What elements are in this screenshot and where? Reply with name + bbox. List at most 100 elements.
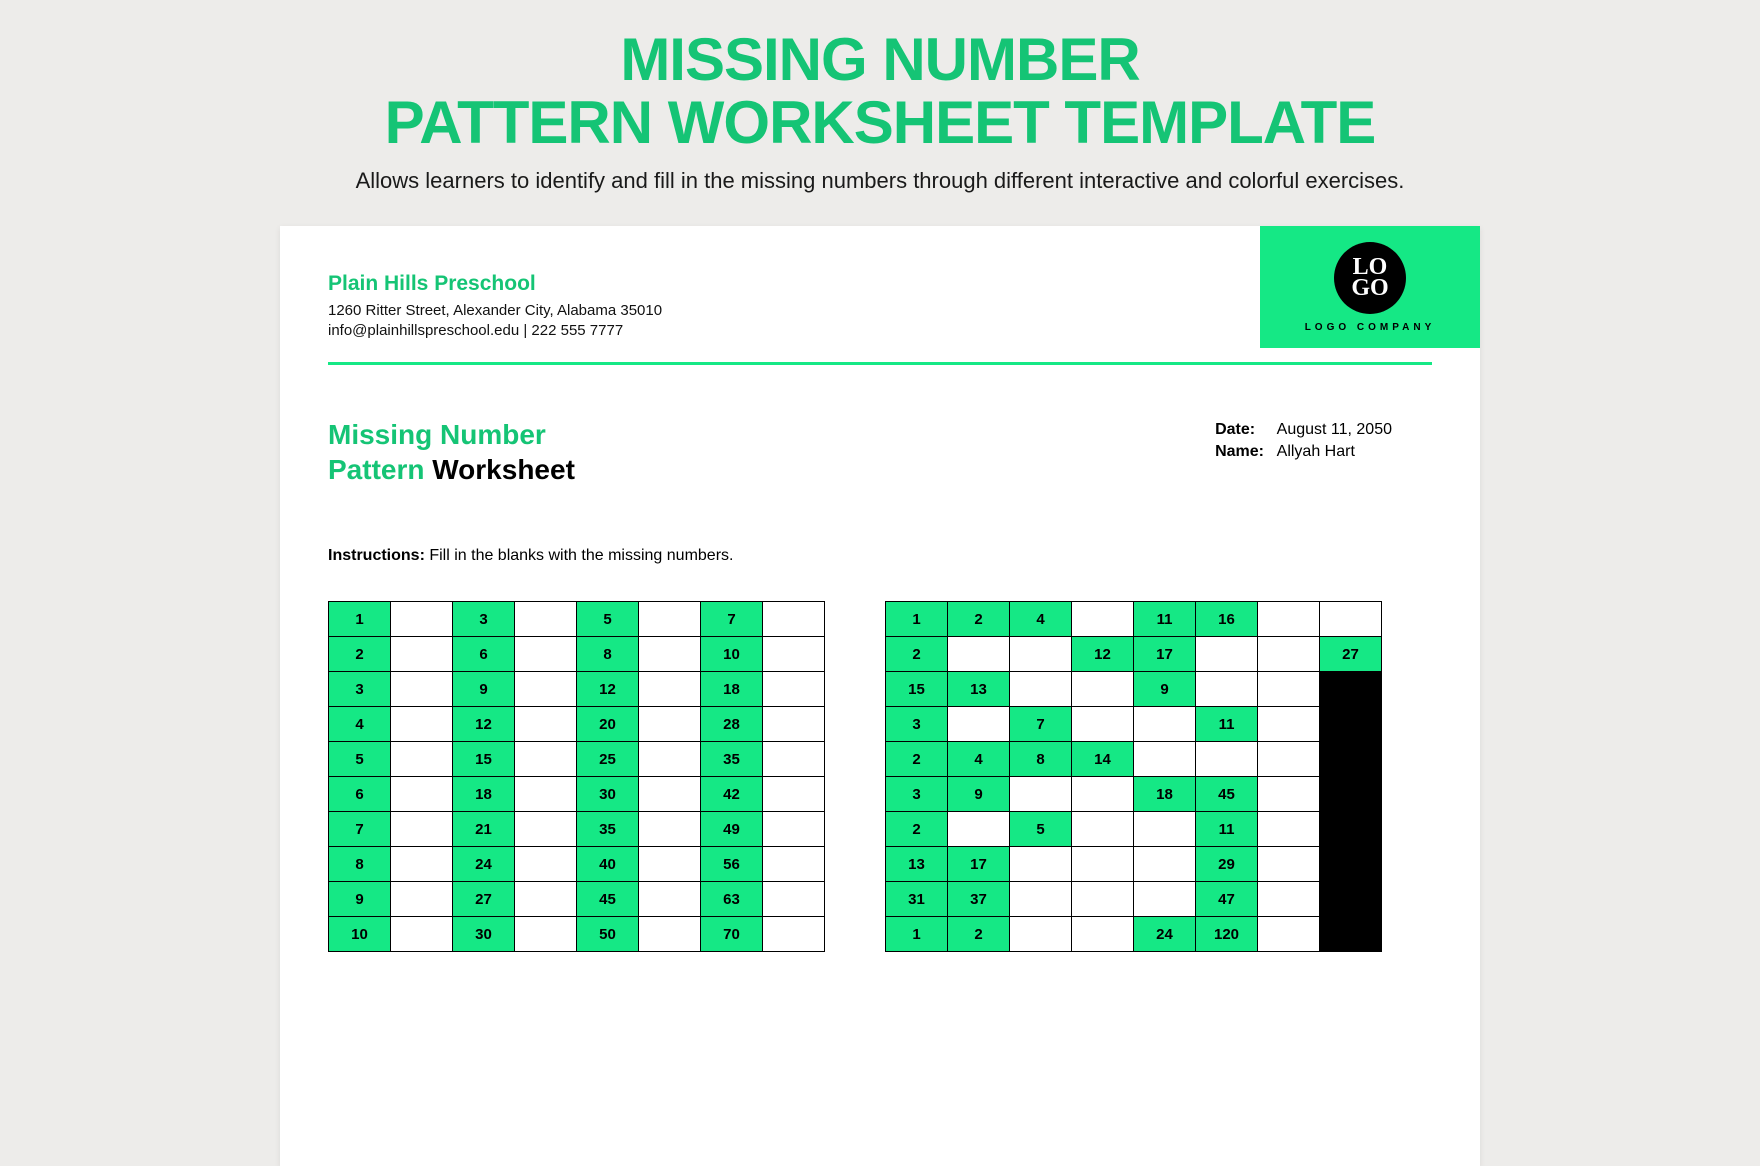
grid-left-cell[interactable] — [763, 637, 825, 672]
grid-left-cell[interactable] — [639, 812, 701, 847]
date-value: August 11, 2050 — [1277, 421, 1392, 438]
grid-right-cell[interactable] — [1258, 777, 1320, 812]
grid-left-cell[interactable] — [515, 847, 577, 882]
grid-left-cell[interactable] — [391, 637, 453, 672]
grid-left-cell[interactable] — [515, 672, 577, 707]
grid-right-cell[interactable] — [1010, 637, 1072, 672]
grid-right-cell[interactable] — [948, 707, 1010, 742]
grid-right-cell: 31 — [886, 882, 948, 917]
grid-right-cell[interactable] — [948, 812, 1010, 847]
meta-name: Name: Allyah Hart — [1215, 443, 1392, 461]
grid-left-cell[interactable] — [391, 917, 453, 952]
grid-left-cell[interactable] — [763, 847, 825, 882]
grid-left-cell[interactable] — [391, 847, 453, 882]
grid-left-cell[interactable] — [639, 847, 701, 882]
grid-left-cell[interactable] — [639, 602, 701, 637]
grid-right-cell: 1 — [886, 602, 948, 637]
grid-left-cell[interactable] — [515, 742, 577, 777]
grid-left-cell[interactable] — [763, 742, 825, 777]
grid-right-cell[interactable] — [1072, 812, 1134, 847]
grid-right-cell[interactable] — [1134, 882, 1196, 917]
grid-right-row: 2511 — [886, 812, 1382, 847]
grid-left-cell[interactable] — [391, 882, 453, 917]
grid-left-cell[interactable] — [763, 917, 825, 952]
grid-right-cell — [1320, 812, 1382, 847]
grid-left-cell[interactable] — [763, 672, 825, 707]
grid-left-cell[interactable] — [763, 812, 825, 847]
grid-left-cell: 42 — [701, 777, 763, 812]
grid-left-cell: 27 — [453, 882, 515, 917]
grid-right-cell: 11 — [1134, 602, 1196, 637]
grid-right-cell: 15 — [886, 672, 948, 707]
grid-left-cell[interactable] — [515, 917, 577, 952]
grid-right-cell: 18 — [1134, 777, 1196, 812]
grid-right-cell[interactable] — [1258, 742, 1320, 777]
grid-right-cell[interactable] — [1134, 742, 1196, 777]
grid-left-cell[interactable] — [515, 637, 577, 672]
grid-right-cell: 45 — [1196, 777, 1258, 812]
grid-left-cell[interactable] — [763, 777, 825, 812]
grid-right-cell[interactable] — [1258, 672, 1320, 707]
grid-right-cell[interactable] — [1196, 742, 1258, 777]
grid-right-cell[interactable] — [1010, 917, 1072, 952]
grid-right-cell[interactable] — [1072, 847, 1134, 882]
grid-left-cell[interactable] — [763, 602, 825, 637]
grid-left-cell[interactable] — [391, 812, 453, 847]
grid-left-row: 4122028 — [329, 707, 825, 742]
grid-left-cell[interactable] — [515, 812, 577, 847]
grid-right-cell[interactable] — [1010, 777, 1072, 812]
grid-right-cell[interactable] — [1072, 602, 1134, 637]
org-name: Plain Hills Preschool — [328, 272, 662, 296]
grid-left-cell[interactable] — [515, 602, 577, 637]
grid-left-cell[interactable] — [763, 882, 825, 917]
grid-left-cell[interactable] — [515, 777, 577, 812]
grid-right-cell[interactable] — [1320, 602, 1382, 637]
grid-right-cell[interactable] — [1072, 707, 1134, 742]
grid-left-cell[interactable] — [639, 707, 701, 742]
grid-left-cell[interactable] — [639, 637, 701, 672]
grid-right-cell[interactable] — [1072, 917, 1134, 952]
grid-left-cell[interactable] — [391, 777, 453, 812]
grid-left-cell[interactable] — [391, 707, 453, 742]
grid-right-cell[interactable] — [1134, 707, 1196, 742]
grid-left-cell[interactable] — [391, 602, 453, 637]
ws-title-green2: Pattern — [328, 454, 424, 485]
grid-right-cell: 11 — [1196, 707, 1258, 742]
grid-right-row: 313747 — [886, 882, 1382, 917]
grid-right-cell[interactable] — [1010, 847, 1072, 882]
grid-left-cell[interactable] — [515, 707, 577, 742]
grid-right-cell[interactable] — [1010, 882, 1072, 917]
grid-right-cell[interactable] — [1072, 672, 1134, 707]
grid-left-cell[interactable] — [639, 672, 701, 707]
grid-right-cell[interactable] — [1258, 812, 1320, 847]
grid-right-cell[interactable] — [948, 637, 1010, 672]
grid-right-cell[interactable] — [1258, 917, 1320, 952]
grid-right-cell[interactable] — [1010, 672, 1072, 707]
grid-right-cell: 47 — [1196, 882, 1258, 917]
grid-left: 1357268103912184122028515253561830427213… — [328, 601, 825, 952]
grid-left-cell[interactable] — [639, 882, 701, 917]
grid-left-cell: 2 — [329, 637, 391, 672]
grid-left-cell[interactable] — [391, 672, 453, 707]
grid-right-cell[interactable] — [1196, 672, 1258, 707]
grid-right-cell[interactable] — [1258, 707, 1320, 742]
grid-left-cell[interactable] — [639, 742, 701, 777]
grid-right-cell[interactable] — [1258, 637, 1320, 672]
grid-right-cell[interactable] — [1196, 637, 1258, 672]
grid-right-cell: 24 — [1134, 917, 1196, 952]
grid-right-cell[interactable] — [1134, 812, 1196, 847]
grid-left-cell[interactable] — [763, 707, 825, 742]
grid-left-cell[interactable] — [639, 917, 701, 952]
grid-right-cell[interactable] — [1258, 847, 1320, 882]
grid-right-cell[interactable] — [1134, 847, 1196, 882]
grid-left-cell: 24 — [453, 847, 515, 882]
grid-right-cell[interactable] — [1258, 882, 1320, 917]
grid-right-cell[interactable] — [1072, 882, 1134, 917]
grid-left-cell[interactable] — [515, 882, 577, 917]
grid-left-cell[interactable] — [391, 742, 453, 777]
grid-left-cell: 12 — [453, 707, 515, 742]
grid-right-cell[interactable] — [1072, 777, 1134, 812]
grid-left-cell[interactable] — [639, 777, 701, 812]
grid-right-cell[interactable] — [1258, 602, 1320, 637]
grid-right-cell: 13 — [948, 672, 1010, 707]
